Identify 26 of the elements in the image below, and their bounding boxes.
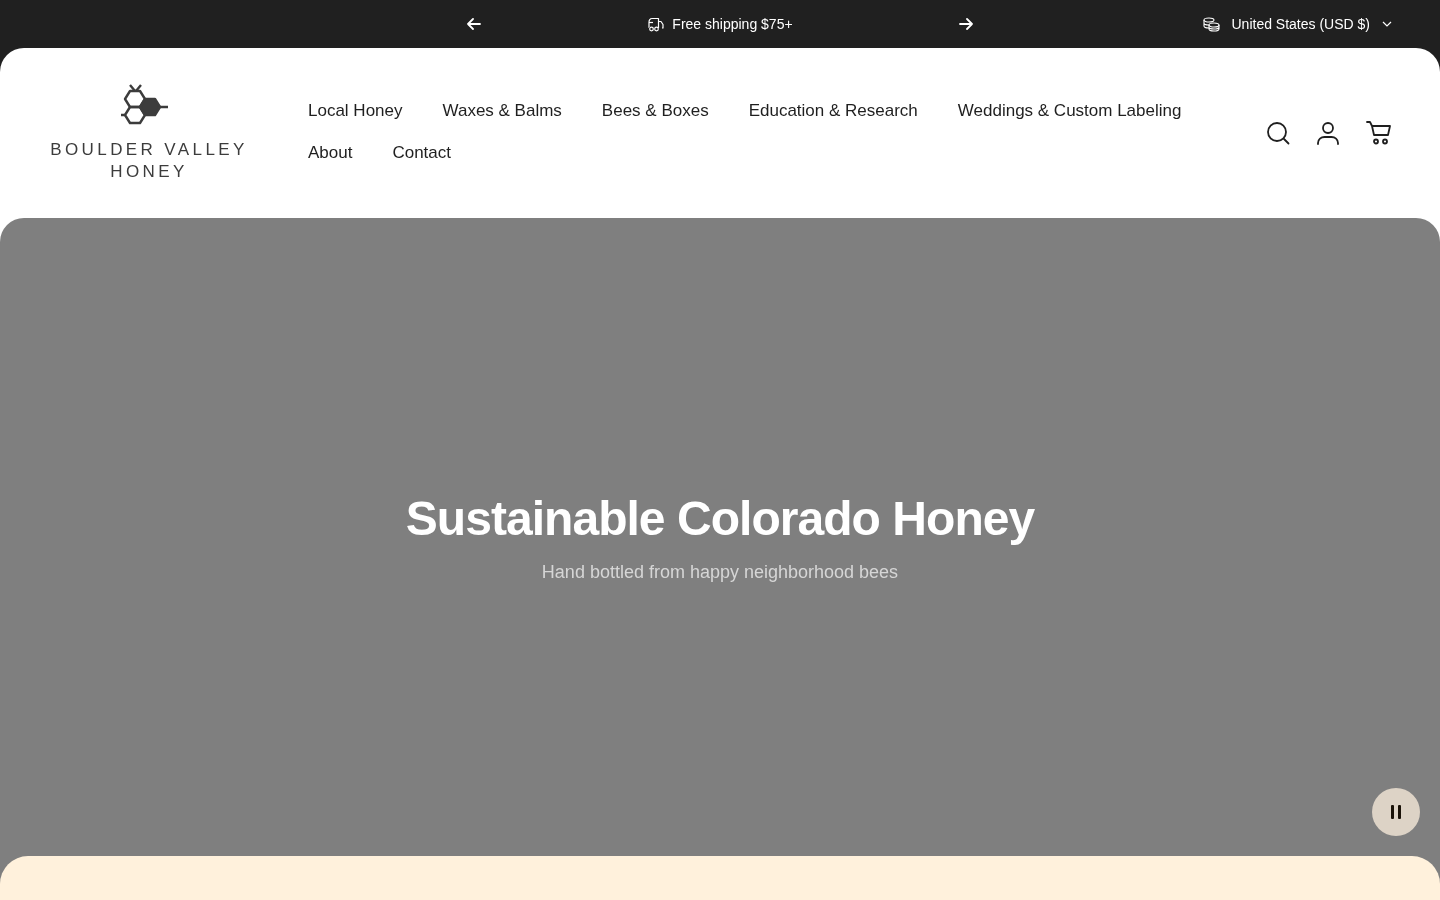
nav-link[interactable]: Education & Research — [748, 98, 918, 124]
nav-link[interactable]: Bees & Boxes — [601, 98, 709, 124]
search-button[interactable] — [1266, 121, 1290, 145]
coins-icon — [1202, 16, 1220, 32]
truck-icon — [647, 16, 665, 32]
chevron-down-icon — [1382, 21, 1392, 27]
user-icon — [1316, 121, 1340, 145]
country-selector[interactable]: United States (USD $) — [1202, 12, 1392, 36]
search-icon — [1266, 121, 1290, 145]
account-button[interactable] — [1316, 121, 1340, 145]
nav-link[interactable]: Waxes & Balms — [442, 98, 562, 124]
cart-button[interactable] — [1366, 121, 1392, 145]
cart-icon — [1366, 121, 1392, 145]
pause-button[interactable] — [1372, 788, 1420, 836]
arrow-right-icon — [959, 18, 973, 30]
logo-text: BOULDER VALLEY — [50, 138, 248, 161]
logo-text: HONEY — [110, 160, 188, 183]
hero-subtitle: Hand bottled from happy neighborhood bees — [541, 560, 899, 584]
nav-link[interactable]: About — [308, 140, 353, 166]
announcement-text: Free shipping $75+ — [672, 14, 793, 34]
nav-link[interactable]: Weddings & Custom Labeling — [957, 98, 1182, 124]
hero-title: Sustainable Colorado Honey — [405, 490, 1035, 547]
nav-link[interactable]: Contact — [392, 140, 452, 166]
arrow-left-icon — [467, 18, 481, 30]
pause-icon — [1391, 805, 1401, 819]
nav-link[interactable]: Local Honey — [308, 98, 403, 124]
